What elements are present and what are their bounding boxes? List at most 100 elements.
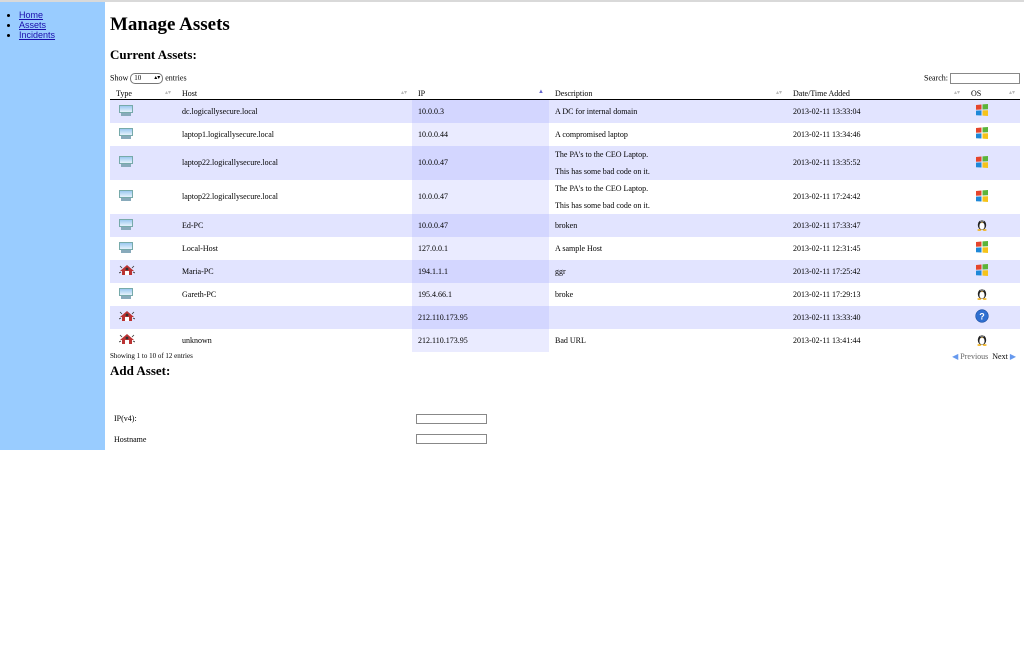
nav-link-home[interactable]: Home xyxy=(19,10,43,20)
page-title: Manage Assets xyxy=(110,14,230,35)
cell-os xyxy=(965,259,1020,283)
cell-description: A DC for internal domain xyxy=(549,99,787,123)
cell-type xyxy=(110,179,176,214)
table-row[interactable]: Local-Host 127.0.0.1 A sample Host 2013-02-… xyxy=(110,236,1020,260)
table-row[interactable]: dc.logicallysecure.local 10.0.0.3 A DC for… xyxy=(110,99,1020,123)
cell-os xyxy=(965,145,1020,180)
cell-host xyxy=(176,305,412,329)
linux-os-icon xyxy=(977,289,987,300)
cell-ip: 10.0.0.47 xyxy=(412,145,549,180)
windows-os-icon xyxy=(976,127,988,139)
table-row[interactable]: laptop22.logicallysecure.local 10.0.0.47 T… xyxy=(110,145,1020,180)
search-label: Search: xyxy=(924,73,948,83)
cell-ip: 10.0.0.47 xyxy=(412,179,549,214)
cell-os xyxy=(965,282,1020,306)
description-line: This has some bad code on it. xyxy=(555,166,650,176)
entries-select[interactable]: 10 ▴▾ xyxy=(130,73,164,84)
previous-arrow-icon: ◀ xyxy=(952,352,959,361)
column-header-label: Host xyxy=(182,88,198,98)
nav-list: Home Assets Incidents xyxy=(0,10,105,40)
column-header-label: Description xyxy=(555,88,593,98)
cell-ip: 212.110.173.95 xyxy=(412,305,549,329)
hostname-input[interactable] xyxy=(416,434,487,444)
cell-host: Gareth-PC xyxy=(176,282,412,306)
nav-item-assets: Assets xyxy=(19,20,105,30)
nav-link-assets[interactable]: Assets xyxy=(19,20,46,30)
cell-date-added: 2013-02-11 13:34:46 xyxy=(787,122,965,146)
table-row[interactable]: Ed-PC 10.0.0.47 broken 2013-02-11 17:33:47 xyxy=(110,213,1020,237)
sort-icon: ▴▾ xyxy=(400,90,407,96)
cell-type xyxy=(110,122,176,146)
column-header-os[interactable]: OS ▴▾ xyxy=(965,87,1020,100)
description-line: The PA's to the CEO Laptop. xyxy=(555,183,649,193)
table-info: Showing 1 to 10 of 12 entries xyxy=(110,352,193,360)
linux-os-icon xyxy=(977,220,987,231)
description-line: This has some bad code on it. xyxy=(555,200,650,210)
nav-link-incidents[interactable]: Incidents xyxy=(19,30,55,40)
cell-os xyxy=(965,99,1020,123)
cell-description: broke xyxy=(549,282,787,306)
search-input[interactable] xyxy=(950,73,1020,84)
cell-date-added: 2013-02-11 12:31:45 xyxy=(787,236,965,260)
top-border xyxy=(0,0,1024,2)
malicious-host-icon xyxy=(119,311,135,321)
cell-type xyxy=(110,145,176,180)
cell-date-added: 2013-02-11 17:33:47 xyxy=(787,213,965,237)
table-row[interactable]: laptop1.logicallysecure.local 10.0.0.44 A … xyxy=(110,122,1020,146)
cell-ip: 127.0.0.1 xyxy=(412,236,549,260)
description-line: A compromised laptop xyxy=(555,129,628,139)
description-line: ggr xyxy=(555,266,566,276)
sort-icon: ▴▾ xyxy=(1008,90,1015,96)
linux-os-icon xyxy=(977,335,987,346)
next-button[interactable]: Next ▶ xyxy=(992,352,1016,361)
entries-label: entries xyxy=(165,73,187,83)
column-header-ip[interactable]: IP ▲ xyxy=(412,87,549,100)
cell-os xyxy=(965,213,1020,237)
previous-label: Previous xyxy=(960,352,989,361)
cell-description: Bad URL xyxy=(549,328,787,352)
cell-type xyxy=(110,282,176,306)
column-header-date-added[interactable]: Date/Time Added ▴▾ xyxy=(787,87,965,100)
cell-host: dc.logicallysecure.local xyxy=(176,99,412,123)
description-line: Bad URL xyxy=(555,335,586,345)
cell-host: Ed-PC xyxy=(176,213,412,237)
column-header-label: OS xyxy=(971,88,982,98)
table-row[interactable]: 212.110.173.95 2013-02-11 13:33:40? xyxy=(110,305,1020,329)
table-row[interactable]: unknown 212.110.173.95 Bad URL 2013-02-11 1… xyxy=(110,328,1020,352)
ip-input[interactable] xyxy=(416,414,487,424)
table-row[interactable]: Gareth-PC 195.4.66.1 broke 2013-02-11 17:29… xyxy=(110,282,1020,306)
description-line: A DC for internal domain xyxy=(555,106,638,116)
cell-ip: 194.1.1.1 xyxy=(412,259,549,283)
cell-os xyxy=(965,122,1020,146)
cell-type xyxy=(110,305,176,329)
cell-ip: 212.110.173.95 xyxy=(412,328,549,352)
column-header-host[interactable]: Host ▴▾ xyxy=(176,87,412,100)
assets-table: Type ▴▾ Host ▴▾ IP ▲ Description ▴▾ Date/Tim… xyxy=(110,87,1020,352)
cell-date-added: 2013-02-11 13:35:52 xyxy=(787,145,965,180)
cell-os: ? xyxy=(965,305,1020,329)
pagination: ◀ Previous Next ▶ xyxy=(952,352,1016,361)
cell-host: Maria-PC xyxy=(176,259,412,283)
previous-button[interactable]: ◀ Previous xyxy=(952,352,988,361)
nav-item-incidents: Incidents xyxy=(19,30,105,40)
column-header-label: IP xyxy=(418,88,426,98)
cell-date-added: 2013-02-11 13:41:44 xyxy=(787,328,965,352)
cell-date-added: 2013-02-11 17:29:13 xyxy=(787,282,965,306)
add-asset-heading: Add Asset: xyxy=(110,363,171,378)
workstation-icon xyxy=(119,156,133,167)
cell-host: Local-Host xyxy=(176,236,412,260)
cell-host: laptop22.logicallysecure.local xyxy=(176,179,412,214)
sort-icon: ▴▾ xyxy=(775,90,782,96)
cell-type xyxy=(110,99,176,123)
windows-os-icon xyxy=(976,104,988,117)
description-line: The PA's to the CEO Laptop. xyxy=(555,149,649,159)
cell-description: ggr xyxy=(549,259,787,283)
cell-description: The PA's to the CEO Laptop. This has some… xyxy=(549,179,787,214)
cell-description: A compromised laptop xyxy=(549,122,787,146)
column-header-description[interactable]: Description ▴▾ xyxy=(549,87,787,100)
table-row[interactable]: Maria-PC 194.1.1.1 ggr 2013-02-11 17:25:42 xyxy=(110,259,1020,283)
unknown-os-icon: ? xyxy=(975,309,989,323)
table-row[interactable]: laptop22.logicallysecure.local 10.0.0.47 T… xyxy=(110,179,1020,214)
column-header-type[interactable]: Type ▴▾ xyxy=(110,87,176,100)
table-header-row: Type ▴▾ Host ▴▾ IP ▲ Description ▴▾ Date/Tim… xyxy=(110,87,1020,100)
